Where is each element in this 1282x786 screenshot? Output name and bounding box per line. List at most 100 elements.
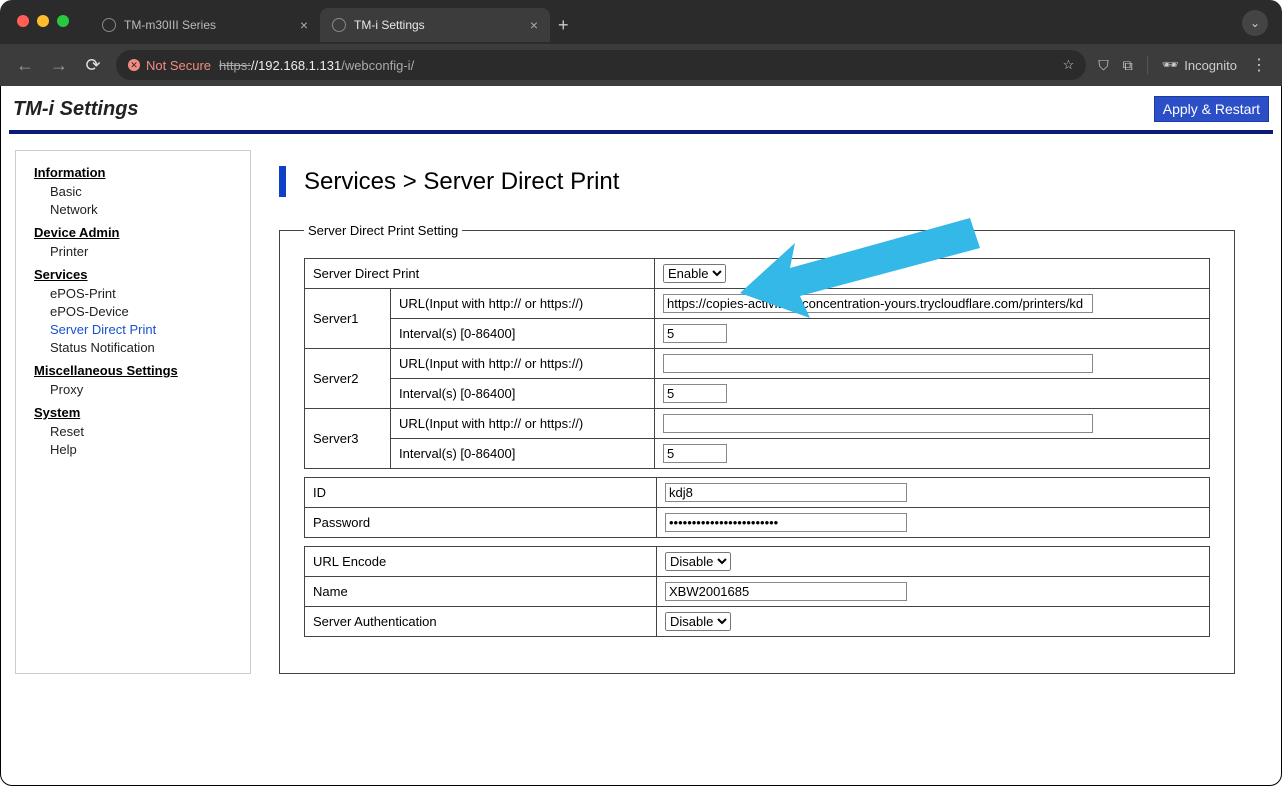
row-url-encode: URL Encode Disable: [305, 547, 1210, 577]
label-interval: Interval(s) [0-86400]: [391, 379, 655, 409]
input-server3-interval[interactable]: [663, 444, 727, 463]
main-content: Services > Server Direct Print Server Di…: [279, 150, 1267, 674]
close-icon[interactable]: ×: [530, 17, 538, 33]
row-password: Password: [305, 508, 1210, 538]
sidebar-head-information: Information: [34, 165, 232, 180]
settings-table-auth: ID Password: [304, 477, 1210, 538]
sidebar-item-printer[interactable]: Printer: [50, 244, 232, 259]
toolbar-right: ⛉ ⧉ 🕶 Incognito ⋮: [1098, 55, 1268, 75]
incognito-label: Incognito: [1184, 58, 1237, 73]
back-button[interactable]: ←: [14, 55, 36, 76]
apply-restart-button[interactable]: Apply & Restart: [1154, 96, 1269, 122]
divider: [1147, 56, 1148, 74]
label-server2: Server2: [305, 349, 391, 409]
sidebar-item-epos-print[interactable]: ePOS-Print: [50, 286, 232, 301]
close-icon[interactable]: ×: [300, 17, 308, 33]
select-url-encode[interactable]: Disable: [665, 552, 731, 571]
incognito-indicator[interactable]: 🕶 Incognito: [1162, 57, 1237, 73]
close-window-icon[interactable]: [17, 15, 29, 27]
sidebar-head-device-admin: Device Admin: [34, 225, 232, 240]
address-bar[interactable]: ✕ Not Secure https://192.168.1.131/webco…: [116, 50, 1086, 80]
menu-button[interactable]: ⋮: [1251, 55, 1268, 75]
sidebar-head-system: System: [34, 405, 232, 420]
sidebar-item-epos-device[interactable]: ePOS-Device: [50, 304, 232, 319]
sidebar-item-proxy[interactable]: Proxy: [50, 382, 232, 397]
label-id: ID: [305, 478, 657, 508]
page-viewport: TM-i Settings Apply & Restart Informatio…: [0, 86, 1282, 786]
select-sdp[interactable]: Enable: [663, 264, 726, 283]
tab-list-button[interactable]: ⌄: [1242, 10, 1268, 36]
input-id[interactable]: [665, 483, 907, 502]
security-indicator[interactable]: ✕ Not Secure: [128, 58, 211, 73]
sidebar-item-basic[interactable]: Basic: [50, 184, 232, 199]
label-server-auth: Server Authentication: [305, 607, 657, 637]
settings-fieldset: Server Direct Print Setting Server Direc…: [279, 223, 1235, 674]
input-password[interactable]: [665, 513, 907, 532]
row-server-auth: Server Authentication Disable: [305, 607, 1210, 637]
page-header: TM-i Settings Apply & Restart: [9, 92, 1273, 130]
sidebar: Information Basic Network Device Admin P…: [15, 150, 251, 674]
label-sdp: Server Direct Print: [305, 259, 655, 289]
warning-icon: ✕: [128, 59, 140, 71]
divider: [9, 130, 1273, 134]
extensions-icon[interactable]: ⧉: [1123, 57, 1133, 74]
input-server2-interval[interactable]: [663, 384, 727, 403]
label-url-encode: URL Encode: [305, 547, 657, 577]
reload-button[interactable]: ⟳: [82, 55, 104, 76]
input-server1-interval[interactable]: [663, 324, 727, 343]
gear-icon: [332, 18, 346, 32]
maximize-window-icon[interactable]: [57, 15, 69, 27]
label-server3: Server3: [305, 409, 391, 469]
row-sdp: Server Direct Print Enable: [305, 259, 1210, 289]
settings-table-main: Server Direct Print Enable Server1 URL(I…: [304, 258, 1210, 469]
url-text: https://192.168.1.131/webconfig-i/: [219, 58, 414, 73]
label-url: URL(Input with http:// or https://): [391, 409, 655, 439]
tab-tmi-settings[interactable]: TM-i Settings ×: [320, 8, 550, 42]
row-server1-interval: Interval(s) [0-86400]: [305, 319, 1210, 349]
input-name[interactable]: [665, 582, 907, 601]
label-server1: Server1: [305, 289, 391, 349]
label-url: URL(Input with http:// or https://): [391, 349, 655, 379]
minimize-window-icon[interactable]: [37, 15, 49, 27]
tab-label: TM-i Settings: [354, 18, 425, 32]
settings-table-misc: URL Encode Disable Name Server Authentic…: [304, 546, 1210, 637]
bookmark-star-icon[interactable]: ☆: [1063, 57, 1075, 73]
tab-strip: TM-m30III Series × TM-i Settings × +: [90, 8, 569, 42]
label-interval: Interval(s) [0-86400]: [391, 439, 655, 469]
row-server1-url: Server1 URL(Input with http:// or https:…: [305, 289, 1210, 319]
not-secure-label: Not Secure: [146, 58, 211, 73]
input-server2-url[interactable]: [663, 354, 1093, 373]
label-interval: Interval(s) [0-86400]: [391, 319, 655, 349]
incognito-icon: 🕶: [1162, 57, 1179, 73]
label-url: URL(Input with http:// or https://): [391, 289, 655, 319]
row-server3-interval: Interval(s) [0-86400]: [305, 439, 1210, 469]
toolbar: ← → ⟳ ✕ Not Secure https://192.168.1.131…: [0, 44, 1282, 86]
window-controls: [17, 15, 69, 27]
sidebar-head-misc: Miscellaneous Settings: [34, 363, 232, 378]
sidebar-head-services: Services: [34, 267, 232, 282]
sidebar-item-status-notification[interactable]: Status Notification: [50, 340, 232, 355]
tab-tm-m30iii[interactable]: TM-m30III Series ×: [90, 8, 320, 42]
breadcrumb: Services > Server Direct Print: [279, 166, 1243, 197]
label-password: Password: [305, 508, 657, 538]
sidebar-item-help[interactable]: Help: [50, 442, 232, 457]
fieldset-legend: Server Direct Print Setting: [304, 223, 462, 238]
sidebar-item-server-direct-print[interactable]: Server Direct Print: [50, 322, 232, 337]
input-server3-url[interactable]: [663, 414, 1093, 433]
row-name: Name: [305, 577, 1210, 607]
row-server3-url: Server3 URL(Input with http:// or https:…: [305, 409, 1210, 439]
select-server-auth[interactable]: Disable: [665, 612, 731, 631]
page-title: TM-i Settings: [13, 98, 139, 121]
shield-icon[interactable]: ⛉: [1098, 57, 1109, 74]
browser-chrome: TM-m30III Series × TM-i Settings × + ⌄ ←…: [0, 0, 1282, 86]
sidebar-item-network[interactable]: Network: [50, 202, 232, 217]
new-tab-button[interactable]: +: [558, 15, 569, 36]
input-server1-url[interactable]: [663, 294, 1093, 313]
tab-label: TM-m30III Series: [124, 18, 216, 32]
row-server2-interval: Interval(s) [0-86400]: [305, 379, 1210, 409]
label-name: Name: [305, 577, 657, 607]
row-id: ID: [305, 478, 1210, 508]
forward-button[interactable]: →: [48, 55, 70, 76]
row-server2-url: Server2 URL(Input with http:// or https:…: [305, 349, 1210, 379]
sidebar-item-reset[interactable]: Reset: [50, 424, 232, 439]
